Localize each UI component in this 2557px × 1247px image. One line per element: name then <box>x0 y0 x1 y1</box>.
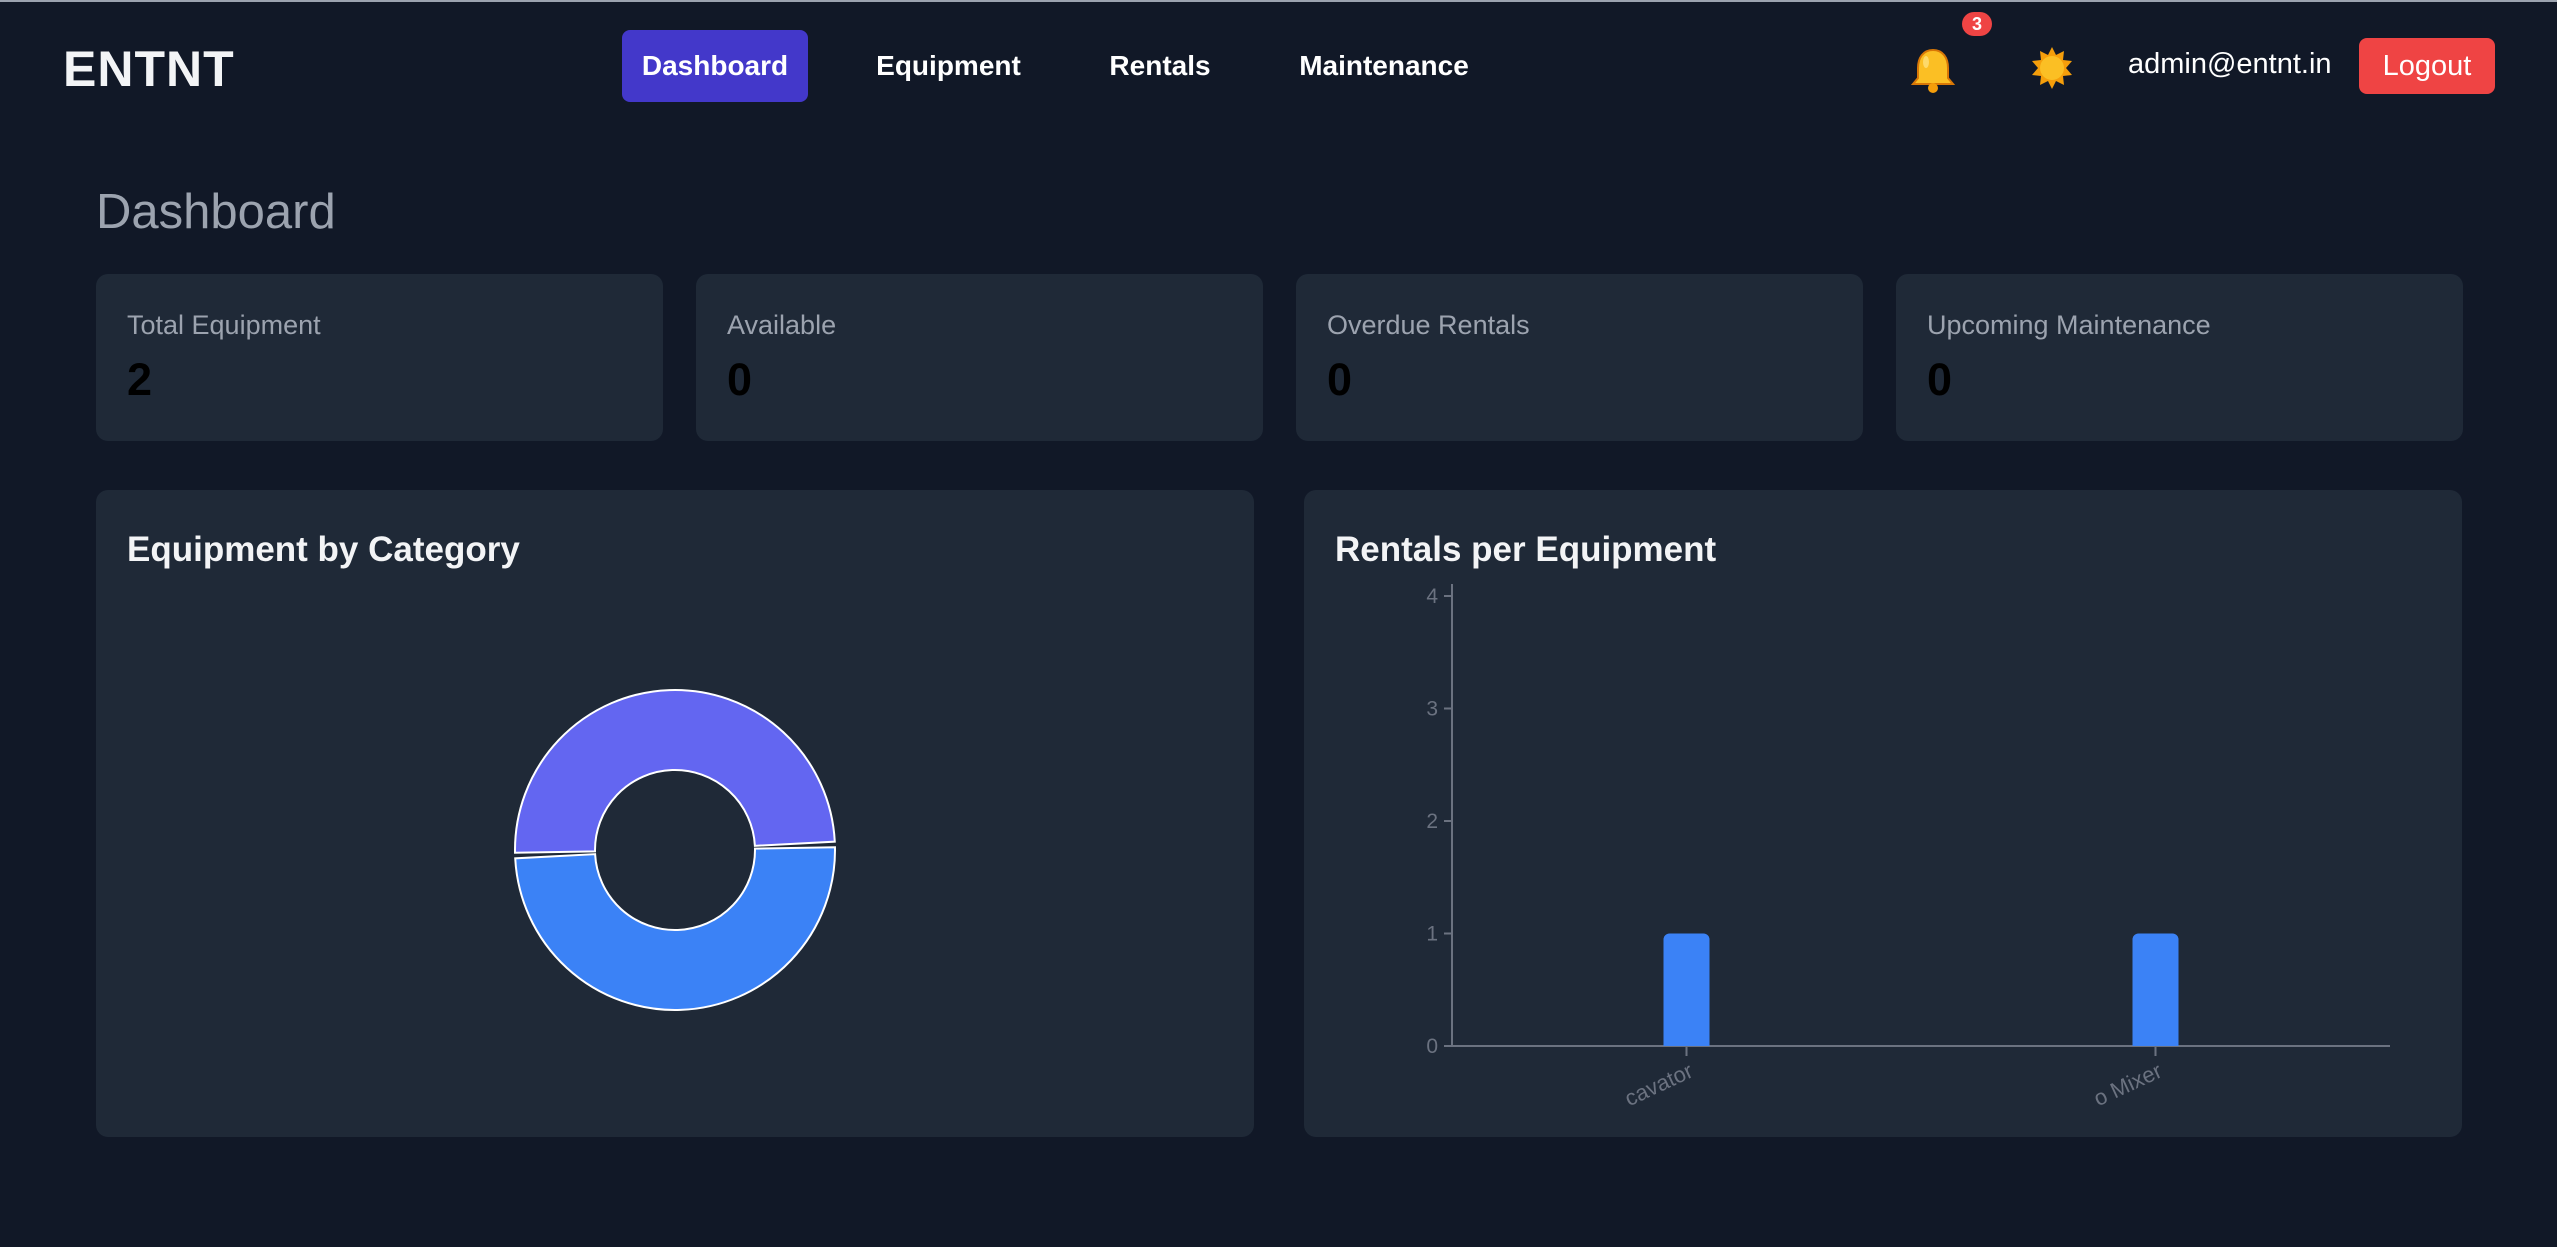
x-tick-label: o Mixer <box>2090 1058 2166 1111</box>
y-tick-label: 2 <box>1426 810 1438 833</box>
logout-button[interactable]: Logout <box>2359 38 2495 94</box>
brand-logo[interactable]: ENTNT <box>63 40 235 98</box>
stat-card-total-equipment: Total Equipment 2 <box>96 274 663 441</box>
category-donut-chart <box>514 689 836 1011</box>
notification-count-badge: 3 <box>1962 12 1992 36</box>
stat-label: Overdue Rentals <box>1327 310 1530 340</box>
nav-maintenance[interactable]: Maintenance <box>1289 30 1479 102</box>
stat-value: 0 <box>727 354 753 405</box>
bar[interactable] <box>1663 933 1710 1047</box>
stat-label: Available <box>727 310 837 340</box>
bar-base <box>2132 1038 2179 1046</box>
rentals-bar-chart: 0 1 2 3 4 cavator o Mixer <box>1426 584 2390 1111</box>
nav-rentals[interactable]: Rentals <box>1097 30 1223 102</box>
rentals-per-equipment-panel: Rentals per Equipment 0 1 2 3 4 cavator o Mixe… <box>1304 490 2462 1137</box>
stat-value: 0 <box>1327 354 1353 405</box>
bar[interactable] <box>2132 933 2179 1047</box>
navbar: ENTNT Dashboard Equipment Rentals Mainte… <box>0 2 2557 134</box>
donut-slice[interactable] <box>514 846 836 1011</box>
stat-card-overdue-rentals: Overdue Rentals 0 <box>1296 274 1863 441</box>
nav-equipment[interactable]: Equipment <box>860 30 1037 102</box>
bar-base <box>1663 1038 1710 1046</box>
y-tick-label: 4 <box>1426 585 1438 608</box>
y-tick-label: 3 <box>1426 698 1438 721</box>
y-tick-label: 0 <box>1426 1035 1438 1058</box>
stat-value: 2 <box>127 354 153 405</box>
sun-icon[interactable] <box>2030 46 2074 90</box>
bell-icon[interactable] <box>1910 46 1956 94</box>
nav-dashboard[interactable]: Dashboard <box>622 30 808 102</box>
stat-value: 0 <box>1927 354 1953 405</box>
user-email: admin@entnt.in <box>2128 48 2332 80</box>
stat-label: Total Equipment <box>127 310 321 340</box>
x-tick-label: cavator <box>1621 1058 1697 1111</box>
donut-slice[interactable] <box>514 689 836 854</box>
page-title: Dashboard <box>96 185 336 239</box>
stat-label: Upcoming Maintenance <box>1927 310 2211 340</box>
y-tick-label: 1 <box>1426 923 1438 946</box>
equipment-by-category-panel: Equipment by Category <box>96 490 1254 1137</box>
stat-card-available: Available 0 <box>696 274 1263 441</box>
stat-card-upcoming-maintenance: Upcoming Maintenance 0 <box>1896 274 2463 441</box>
